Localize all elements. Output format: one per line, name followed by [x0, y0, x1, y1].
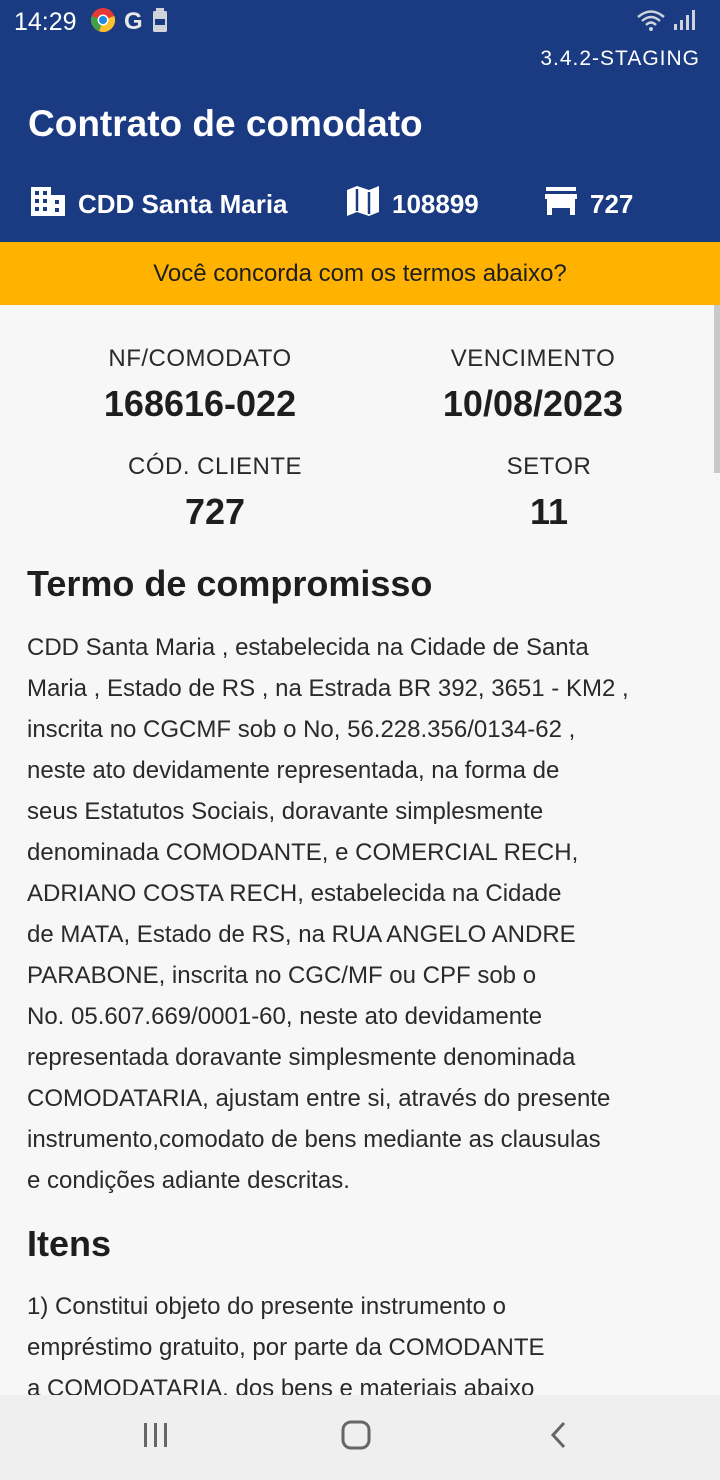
battery-saver-icon: [151, 7, 169, 38]
terms-paragraph: CDD Santa Maria , estabelecida na Cidade…: [27, 627, 697, 1201]
terms-line: instrumento,comodato de bens mediante as…: [27, 1126, 601, 1153]
agreement-banner: Você concorda com os termos abaixo?: [0, 242, 720, 305]
items-line: empréstimo gratuito, por parte da COMODA…: [27, 1334, 545, 1361]
distributor-info: CDD Santa Maria: [30, 184, 288, 224]
client-code-value: 727: [184, 491, 246, 532]
terms-line: CDD Santa Maria , estabelecida na Cidade…: [27, 634, 589, 661]
map-info: 108899: [346, 184, 479, 224]
distributor-name: CDD Santa Maria: [78, 188, 288, 219]
due-date-label: VENCIMENTO: [450, 345, 616, 372]
wifi-icon: [636, 8, 666, 37]
header-info-row: CDD Santa Maria 108899 727: [0, 184, 720, 224]
terms-line: representada doravante simplesmente deno…: [27, 1044, 576, 1071]
recent-apps-button[interactable]: [131, 1417, 181, 1457]
terms-line: seus Estatutos Sociais, doravante simple…: [27, 798, 544, 825]
status-icons-right: [636, 8, 698, 36]
client-code-field: CÓD. CLIENTE 727: [65, 453, 365, 533]
map-code: 108899: [392, 188, 479, 219]
store-info: 727: [544, 184, 633, 224]
items-paragraph: 1) Constitui objeto do presente instrume…: [27, 1286, 697, 1395]
terms-line: e condições adiante descritas.: [27, 1167, 350, 1194]
terms-line: Maria , Estado de RS , na Estrada BR 392…: [27, 675, 629, 702]
client-code-label: CÓD. CLIENTE: [127, 453, 303, 480]
home-button[interactable]: [331, 1417, 381, 1457]
sector-value: 11: [529, 491, 569, 532]
nf-value: 168616-022: [103, 383, 297, 424]
status-time: 14:29: [14, 8, 77, 36]
store-code: 727: [590, 188, 634, 219]
terms-line: PARABONE, inscrita no CGC/MF ou CPF sob …: [27, 962, 537, 989]
sector-label: SETOR: [506, 453, 592, 480]
terms-line: ADRIANO COSTA RECH, estabelecida na Cida…: [27, 880, 562, 907]
terms-line: neste ato devidamente representada, na f…: [27, 757, 560, 784]
chrome-icon: [90, 7, 116, 38]
signal-icon: [672, 8, 698, 37]
terms-title: Termo de compromisso: [27, 563, 433, 604]
items-line: a COMODATARIA, dos bens e materiais abai…: [27, 1375, 535, 1395]
system-navigation-bar: [0, 1395, 720, 1480]
items-title: Itens: [27, 1223, 112, 1264]
terms-line: de MATA, Estado de RS, na RUA ANGELO AND…: [27, 921, 576, 948]
recent-apps-icon: [142, 1422, 170, 1453]
due-date-value: 10/08/2023: [442, 383, 624, 424]
terms-line: denominada COMODANTE, e COMERCIAL RECH,: [27, 839, 579, 866]
app-header: 14:29 G 3.4.2-STAGING Contrato de comoda…: [0, 0, 720, 242]
store-icon: [544, 186, 578, 223]
home-icon: [341, 1420, 371, 1455]
page-title: Contrato de comodato: [28, 103, 423, 144]
back-icon: [548, 1420, 570, 1455]
contract-content[interactable]: NF/COMODATO 168616-022 VENCIMENTO 10/08/…: [0, 305, 720, 1395]
due-date-field: VENCIMENTO 10/08/2023: [383, 345, 683, 425]
app-version: 3.4.2-STAGING: [540, 47, 700, 70]
status-icons-left: G: [90, 7, 169, 38]
items-line: 1) Constitui objeto do presente instrume…: [27, 1293, 506, 1320]
building-icon: [30, 185, 66, 224]
map-icon: [346, 185, 380, 224]
nf-label: NF/COMODATO: [108, 345, 292, 372]
back-button[interactable]: [534, 1417, 584, 1457]
nf-field: NF/COMODATO 168616-022: [50, 345, 350, 425]
sector-field: SETOR 11: [399, 453, 699, 533]
scrollbar[interactable]: [714, 305, 720, 473]
google-icon: G: [124, 8, 143, 35]
terms-line: COMODATARIA, ajustam entre si, através d…: [27, 1085, 611, 1112]
terms-line: No. 05.607.669/0001-60, neste ato devida…: [27, 1003, 543, 1030]
terms-line: inscrita no CGCMF sob o No, 56.228.356/0…: [27, 716, 576, 743]
